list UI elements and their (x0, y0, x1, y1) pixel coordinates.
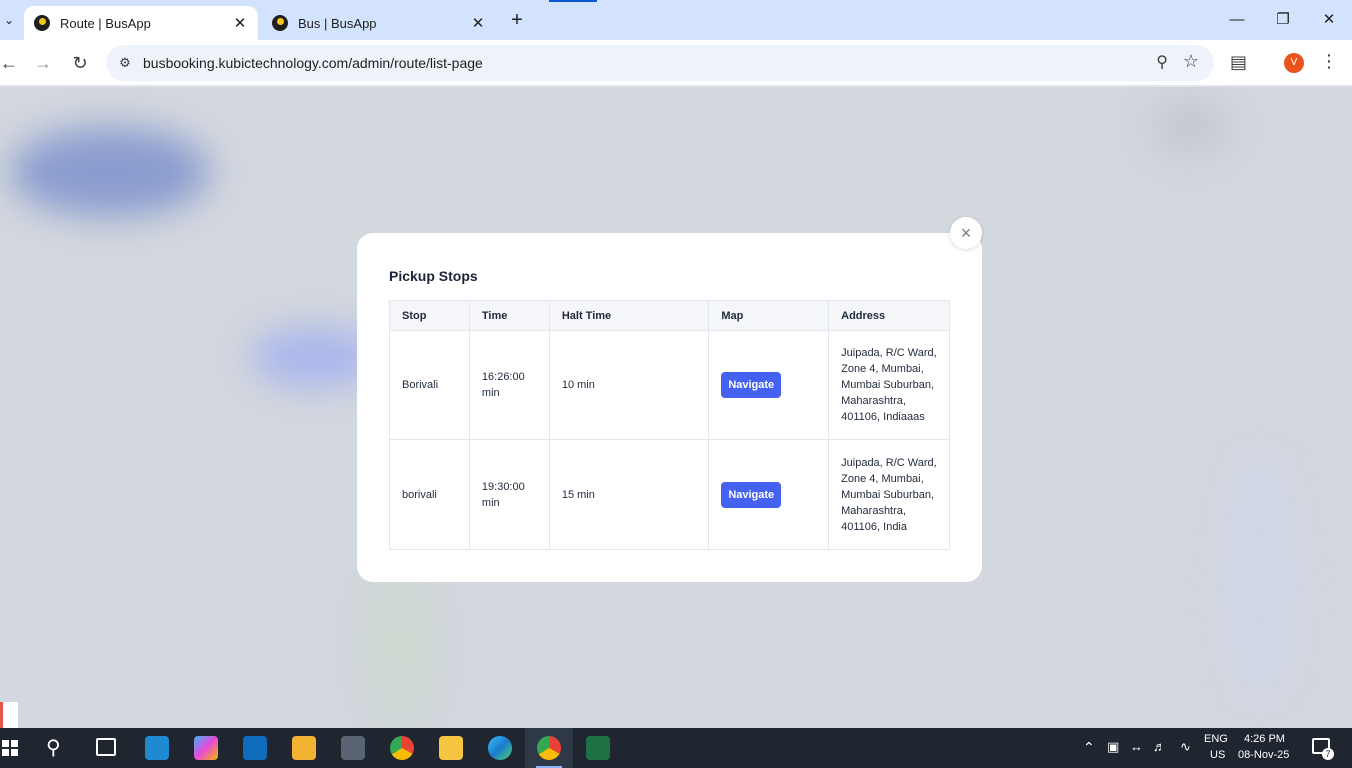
pickup-stops-table: Stop Time Halt Time Map Address Borivali… (389, 300, 950, 550)
table-row: Borivali 16:26:00 min 10 min Navigate Ju… (389, 330, 950, 440)
map-cell: Navigate (708, 330, 830, 440)
bookmark-star-icon[interactable]: ☆ (1183, 51, 1199, 72)
modal-close-button[interactable]: × (950, 217, 982, 249)
forward-arrow-icon[interactable]: → (31, 51, 55, 75)
browser-toolbar: ← → ↻ ⚙ busbooking.kubictechnology.com/a… (0, 40, 1352, 86)
task-view-icon[interactable] (96, 738, 116, 756)
page-corner-widget (0, 702, 18, 728)
chrome-icon[interactable] (390, 736, 414, 760)
tab-close-icon[interactable]: ✕ (470, 14, 486, 32)
column-header-stop: Stop (389, 300, 470, 331)
notification-badge: 7 (1322, 748, 1334, 760)
page-indicator (549, 0, 597, 2)
extensions-puzzle-icon[interactable]: ▤ (1230, 52, 1247, 73)
tab-title: Route | BusApp (60, 15, 151, 31)
tab-strip: ⌄ Route | BusApp ✕ Bus | BusApp ✕ + — ❐ … (0, 0, 1352, 40)
blurred-element (1220, 447, 1300, 707)
new-tab-button[interactable]: + (506, 9, 528, 31)
network-icon[interactable]: ↔ (1130, 739, 1143, 754)
minimize-icon[interactable]: — (1227, 10, 1247, 30)
copilot-icon[interactable] (194, 736, 218, 760)
search-icon[interactable]: ⚲ (46, 735, 61, 760)
blurred-element (10, 127, 210, 217)
language-indicator[interactable]: ENG (1204, 733, 1228, 745)
store-icon[interactable] (292, 736, 316, 760)
profile-avatar[interactable]: V (1284, 53, 1304, 73)
table-header-row: Stop Time Halt Time Map Address (389, 300, 950, 331)
excel-icon[interactable] (586, 736, 610, 760)
time-cell: 16:26:00 min (468, 330, 550, 440)
map-cell: Navigate (708, 439, 830, 550)
address-cell: Juipada, R/C Ward, Zone 4, Mumbai, Mumba… (828, 439, 950, 550)
halt-time-cell: 15 min (548, 439, 710, 550)
column-header-time: Time (468, 300, 550, 331)
wifi-icon[interactable]: ∿ (1180, 739, 1191, 755)
back-arrow-icon[interactable]: ← (0, 51, 21, 75)
restore-icon[interactable]: ❐ (1273, 10, 1293, 30)
modal-title: Pickup Stops (389, 268, 478, 284)
windows-taskbar: ⚲ ⌃ ▣ ↔ ♬ ∿ ENG US 4:26 PM 08-Nov-25 7 (0, 728, 1352, 768)
window-close-icon[interactable]: ✕ (1319, 10, 1339, 30)
busapp-favicon-icon (272, 15, 288, 31)
tab-close-icon[interactable]: ✕ (232, 14, 248, 32)
table-row: borivali 19:30:00 min 15 min Navigate Ju… (389, 439, 950, 550)
column-header-halt-time: Halt Time (548, 300, 710, 331)
edge-icon[interactable] (488, 736, 512, 760)
tray-chevron-up-icon[interactable]: ⌃ (1083, 739, 1095, 756)
meet-icon[interactable]: ▣ (1107, 739, 1119, 755)
windows-start-icon[interactable] (2, 740, 18, 756)
stop-cell: Borivali (389, 330, 470, 440)
clock-time[interactable]: 4:26 PM (1244, 733, 1285, 745)
zoom-icon[interactable]: ⚲ (1156, 52, 1168, 72)
outlook-icon[interactable] (243, 736, 267, 760)
blurred-element (1150, 97, 1230, 157)
chrome-icon[interactable] (537, 736, 561, 760)
busapp-favicon-icon (34, 15, 50, 31)
reload-icon[interactable]: ↻ (68, 51, 92, 75)
calculator-icon[interactable] (341, 736, 365, 760)
navigate-button[interactable]: Navigate (721, 372, 782, 398)
navigate-button[interactable]: Navigate (721, 481, 782, 508)
halt-time-cell: 10 min (548, 330, 710, 440)
pickup-stops-modal: Pickup Stops Stop Time Halt Time Map Add… (357, 233, 982, 582)
clock-date[interactable]: 08-Nov-25 (1238, 749, 1289, 761)
column-header-address: Address (828, 300, 950, 331)
vscode-icon[interactable] (145, 736, 169, 760)
tab-title: Bus | BusApp (298, 15, 377, 31)
address-cell: Juipada, R/C Ward, Zone 4, Mumbai, Mumba… (828, 330, 950, 440)
site-settings-icon[interactable]: ⚙ (116, 54, 134, 72)
tab-route[interactable]: Route | BusApp ✕ (24, 6, 258, 40)
region-indicator[interactable]: US (1210, 749, 1225, 761)
tab-search-chevron-icon[interactable]: ⌄ (0, 8, 18, 32)
file-explorer-icon[interactable] (439, 736, 463, 760)
address-bar[interactable]: ⚙ busbooking.kubictechnology.com/admin/r… (106, 45, 1214, 81)
tab-bus[interactable]: Bus | BusApp ✕ (262, 6, 496, 40)
volume-icon[interactable]: ♬ (1153, 739, 1166, 754)
blurred-element (370, 567, 430, 727)
kebab-menu-icon[interactable]: ⋮ (1320, 51, 1338, 72)
time-cell: 19:30:00 min (468, 439, 550, 550)
stop-cell: borivali (389, 439, 470, 550)
column-header-map: Map (708, 300, 830, 331)
url-text[interactable]: busbooking.kubictechnology.com/admin/rou… (143, 55, 483, 71)
